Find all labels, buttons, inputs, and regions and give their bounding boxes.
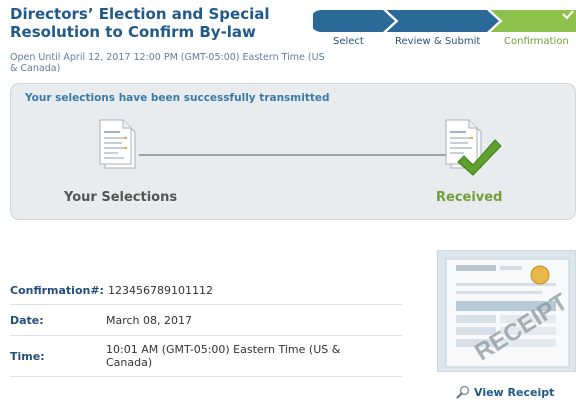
page-title: Directors’ Election and Special Resoluti… bbox=[10, 5, 270, 41]
date-label: Date: bbox=[10, 313, 44, 327]
receipt-seal-icon bbox=[530, 265, 550, 285]
time-row: Time: 10:01 AM (GMT-05:00) Eastern Time … bbox=[10, 336, 402, 377]
document-icon bbox=[97, 118, 139, 174]
steps-bar-graphic bbox=[313, 9, 576, 33]
deadline-text: Open Until April 12, 2017 12:00 PM (GMT-… bbox=[10, 52, 325, 74]
confirmation-number-label: Confirmation#: bbox=[10, 283, 104, 297]
document-received-icon bbox=[443, 118, 505, 180]
receipt-thumbnail[interactable]: RECEIPT bbox=[437, 250, 576, 372]
your-selections-label: Your Selections bbox=[64, 190, 178, 205]
date-value: March 08, 2017 bbox=[106, 313, 193, 327]
confirmation-number-row: Confirmation#: 123456789101112 bbox=[10, 276, 402, 305]
step-confirmation: Confirmation bbox=[504, 36, 569, 47]
time-label: Time: bbox=[10, 349, 45, 363]
view-receipt-label: View Receipt bbox=[474, 385, 555, 399]
view-receipt-link[interactable]: View Receipt bbox=[456, 385, 554, 399]
date-row: Date: March 08, 2017 bbox=[10, 305, 402, 336]
time-value: 10:01 AM (GMT-05:00) Eastern Time (US & … bbox=[106, 343, 341, 369]
received-label: Received bbox=[436, 190, 503, 205]
step-review-submit: Review & Submit bbox=[395, 36, 481, 47]
progress-steps: Select Review & Submit Confirmation bbox=[313, 8, 576, 48]
success-message: Your selections have been successfully t… bbox=[25, 92, 330, 104]
transfer-connector-line bbox=[139, 154, 449, 156]
transmission-status-panel: Your selections have been successfully t… bbox=[10, 83, 576, 220]
step-select: Select bbox=[333, 36, 364, 47]
confirmation-details: Confirmation#: 123456789101112 Date: Mar… bbox=[10, 276, 402, 377]
confirmation-number-value: 123456789101112 bbox=[107, 283, 213, 297]
magnifier-icon bbox=[456, 385, 470, 399]
